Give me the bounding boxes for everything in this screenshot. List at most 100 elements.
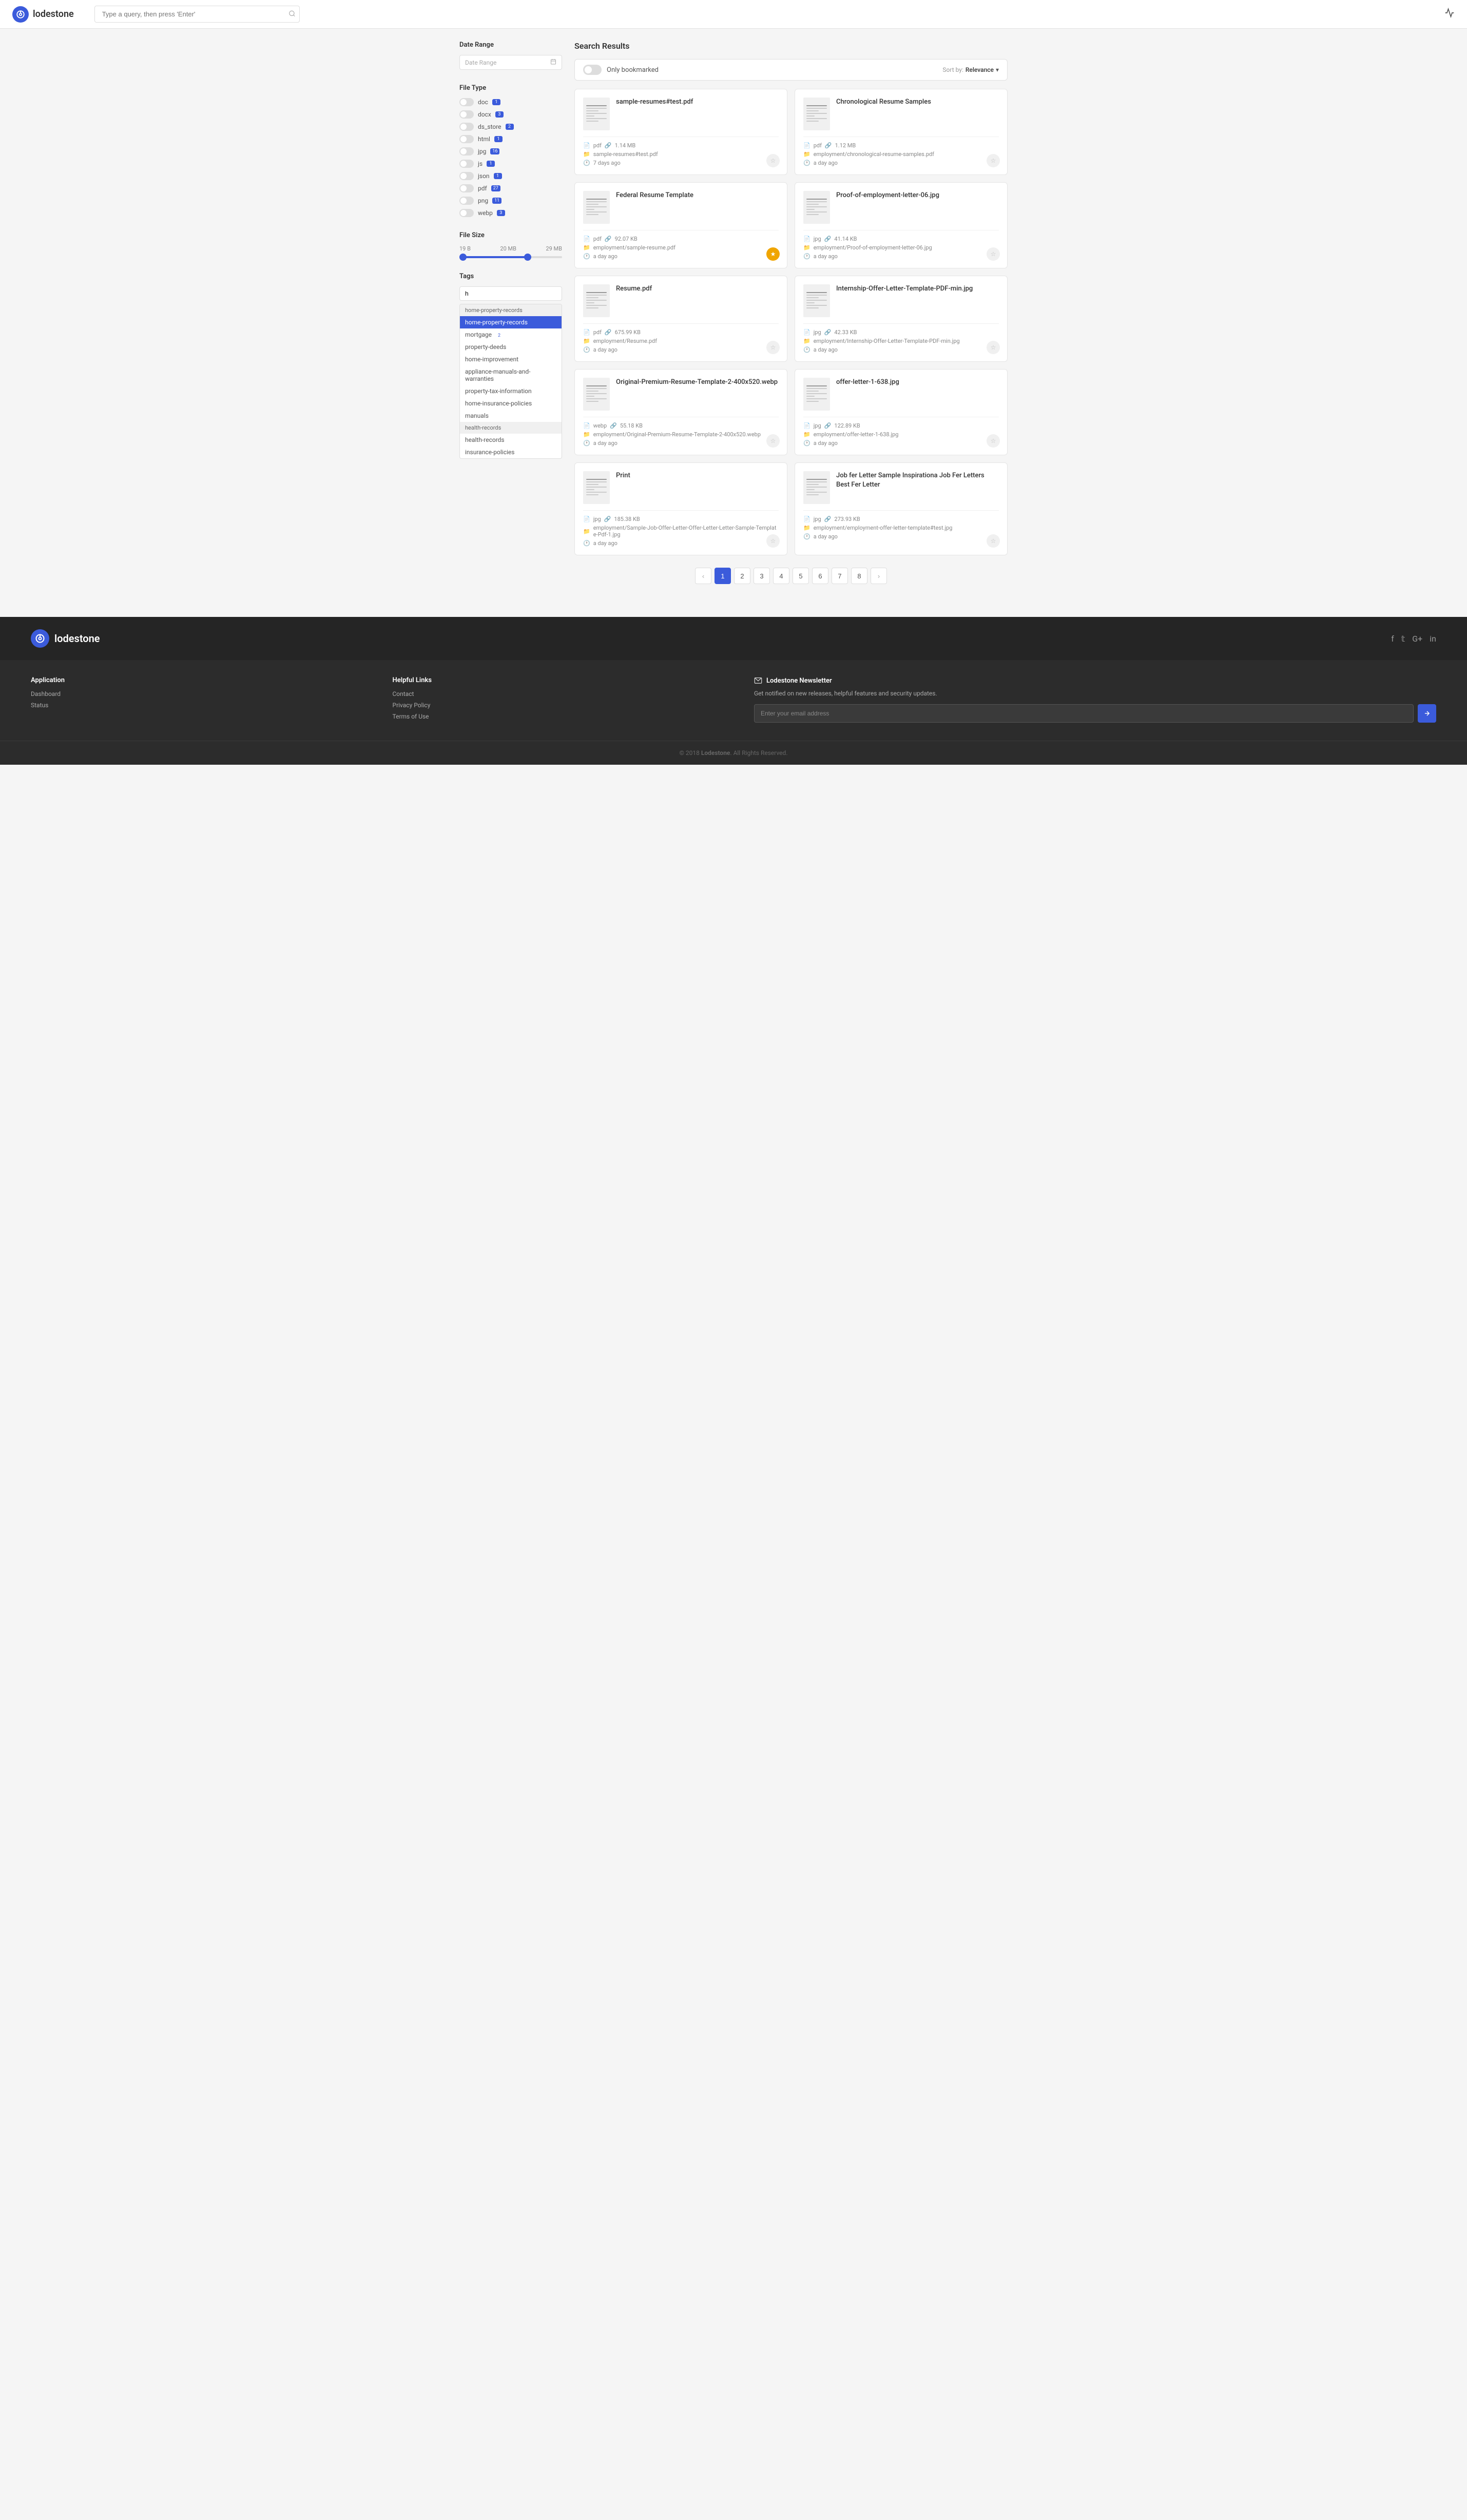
tag-item-manuals[interactable]: manuals (460, 410, 562, 422)
bookmark-btn-1[interactable]: ☆ (766, 154, 780, 167)
pagination-page-4[interactable]: 4 (773, 568, 789, 584)
range-thumb-right[interactable] (524, 254, 531, 261)
pagination-page-6[interactable]: 6 (812, 568, 828, 584)
card-meta-date-7: 🕐 a day ago (583, 440, 779, 447)
pagination-page-7[interactable]: 7 (832, 568, 848, 584)
clock-icon: 🕐 (583, 440, 590, 447)
toggle-knob (585, 66, 592, 73)
card-thumbnail-7 (583, 378, 610, 411)
footer-link-terms[interactable]: Terms of Use (393, 713, 734, 720)
tag-item-appliance-manuals[interactable]: appliance-manuals-and-warranties (460, 365, 562, 385)
pagination-page-1[interactable]: 1 (715, 568, 731, 584)
result-card-10[interactable]: Job fer Letter Sample Inspirationa Job F… (795, 462, 1008, 555)
toggle-png[interactable] (459, 197, 474, 205)
toggle-html[interactable] (459, 135, 474, 143)
card-thumbnail-3 (583, 191, 610, 224)
card-header-2: Chronological Resume Samples (803, 98, 999, 130)
card-header-10: Job fer Letter Sample Inspirationa Job F… (803, 471, 999, 504)
social-linkedin[interactable]: in (1430, 634, 1436, 644)
card-meta-type-1: 📄 pdf 🔗 1.14 MB (583, 142, 779, 149)
card-title-5: Resume.pdf (616, 284, 779, 294)
footer-link-dashboard[interactable]: Dashboard (31, 690, 372, 697)
pagination-page-5[interactable]: 5 (793, 568, 809, 584)
tag-item-home-improvement[interactable]: home-improvement (460, 353, 562, 365)
bookmark-btn-7[interactable]: ☆ (766, 434, 780, 448)
date-range-input[interactable]: Date Range (459, 55, 562, 70)
tags-search-input[interactable] (459, 286, 562, 301)
tag-item-property-deeds[interactable]: property-deeds (460, 341, 562, 353)
social-facebook[interactable]: f (1391, 634, 1394, 644)
sort-control[interactable]: Sort by: Relevance ▾ (942, 66, 999, 73)
toggle-doc[interactable] (459, 98, 474, 106)
result-card-1[interactable]: sample-resumes#test.pdf 📄 pdf 🔗 1.14 MB … (574, 89, 787, 175)
toggle-json[interactable] (459, 172, 474, 180)
result-card-4[interactable]: Proof-of-employment-letter-06.jpg 📄 jpg … (795, 182, 1008, 268)
size-icon: 🔗 (824, 422, 832, 429)
pagination-next[interactable]: › (871, 568, 887, 584)
result-card-7[interactable]: Original-Premium-Resume-Template-2-400x5… (574, 369, 787, 455)
card-meta-type-5: 📄 pdf 🔗 675.99 KB (583, 329, 779, 336)
pagination-page-3[interactable]: 3 (754, 568, 770, 584)
card-header-3: Federal Resume Template (583, 191, 779, 224)
bookmark-btn-8[interactable]: ☆ (987, 434, 1000, 448)
toggle-ds_store[interactable] (459, 123, 474, 131)
result-card-9[interactable]: Print 📄 jpg 🔗 185.38 KB 📁 employment/Sam… (574, 462, 787, 555)
size-icon: 🔗 (824, 516, 832, 522)
file-type-name-html: html (478, 135, 490, 143)
pagination-prev[interactable]: ‹ (695, 568, 711, 584)
bookmark-btn-5[interactable]: ☆ (766, 341, 780, 354)
result-card-8[interactable]: offer-letter-1-638.jpg 📄 jpg 🔗 122.89 KB… (795, 369, 1008, 455)
footer-col-newsletter: Lodestone Newsletter Get notified on new… (754, 676, 1436, 724)
card-title-1: sample-resumes#test.pdf (616, 98, 779, 107)
file-type-name-docx: docx (478, 111, 491, 118)
toggle-pdf[interactable] (459, 184, 474, 192)
bookmark-btn-3[interactable]: ★ (766, 247, 780, 261)
bookmarked-toggle-switch[interactable] (583, 65, 602, 75)
bookmark-btn-2[interactable]: ☆ (987, 154, 1000, 167)
tag-item-health-records[interactable]: health-records (460, 434, 562, 446)
card-meta-8: 📄 jpg 🔗 122.89 KB 📁 employment/offer-let… (803, 417, 999, 447)
tag-item-mortgage[interactable]: mortgage 2 (460, 328, 562, 341)
newsletter-submit-button[interactable] (1418, 704, 1436, 723)
tag-item-property-tax[interactable]: property-tax-information (460, 385, 562, 397)
size-min: 19 B (459, 245, 471, 252)
bookmark-btn-6[interactable]: ☆ (987, 341, 1000, 354)
search-input[interactable] (94, 6, 300, 23)
footer-link-privacy[interactable]: Privacy Policy (393, 702, 734, 709)
tag-item-home-property-records[interactable]: home-property-records (460, 316, 562, 328)
bookmark-btn-10[interactable]: ☆ (987, 534, 1000, 548)
toggle-jpg[interactable] (459, 147, 474, 156)
social-google-plus[interactable]: G+ (1412, 634, 1422, 644)
file-type-item-doc: doc 1 (459, 98, 562, 106)
footer-link-contact[interactable]: Contact (393, 690, 734, 697)
logo[interactable]: lodestone (12, 6, 74, 23)
file-type-name-ds_store: ds_store (478, 123, 501, 130)
result-card-3[interactable]: Federal Resume Template 📄 pdf 🔗 92.07 KB… (574, 182, 787, 268)
card-title-6: Internship-Offer-Letter-Template-PDF-min… (836, 284, 999, 294)
card-title-3: Federal Resume Template (616, 191, 779, 200)
clock-icon: 🕐 (803, 253, 810, 260)
toggle-docx[interactable] (459, 110, 474, 119)
bookmark-btn-9[interactable]: ☆ (766, 534, 780, 548)
pagination-page-2[interactable]: 2 (734, 568, 750, 584)
toggle-js[interactable] (459, 160, 474, 168)
bookmark-btn-4[interactable]: ☆ (987, 247, 1000, 261)
range-thumb-left[interactable] (459, 254, 467, 261)
folder-icon: 📁 (803, 244, 810, 251)
search-button[interactable] (288, 10, 296, 18)
pagination-page-8[interactable]: 8 (851, 568, 867, 584)
card-meta-path-9: 📁 employment/Sample-Job-Offer-Letter-Off… (583, 525, 779, 538)
tag-item-home-insurance[interactable]: home-insurance-policies (460, 397, 562, 410)
social-twitter[interactable]: 𝕥 (1401, 634, 1405, 644)
card-meta-path-2: 📁 employment/chronological-resume-sample… (803, 151, 999, 158)
tag-item-insurance-policies[interactable]: insurance-policies (460, 446, 562, 458)
result-card-6[interactable]: Internship-Offer-Letter-Template-PDF-min… (795, 276, 1008, 362)
newsletter-email-input[interactable] (754, 704, 1414, 723)
result-card-2[interactable]: Chronological Resume Samples 📄 pdf 🔗 1.1… (795, 89, 1008, 175)
file-type-badge-png: 11 (492, 198, 501, 204)
toggle-webp[interactable] (459, 209, 474, 217)
activity-icon[interactable] (1444, 8, 1455, 21)
footer-link-status[interactable]: Status (31, 702, 372, 709)
bookmarked-toggle: Only bookmarked (583, 65, 659, 75)
result-card-5[interactable]: Resume.pdf 📄 pdf 🔗 675.99 KB 📁 employmen… (574, 276, 787, 362)
